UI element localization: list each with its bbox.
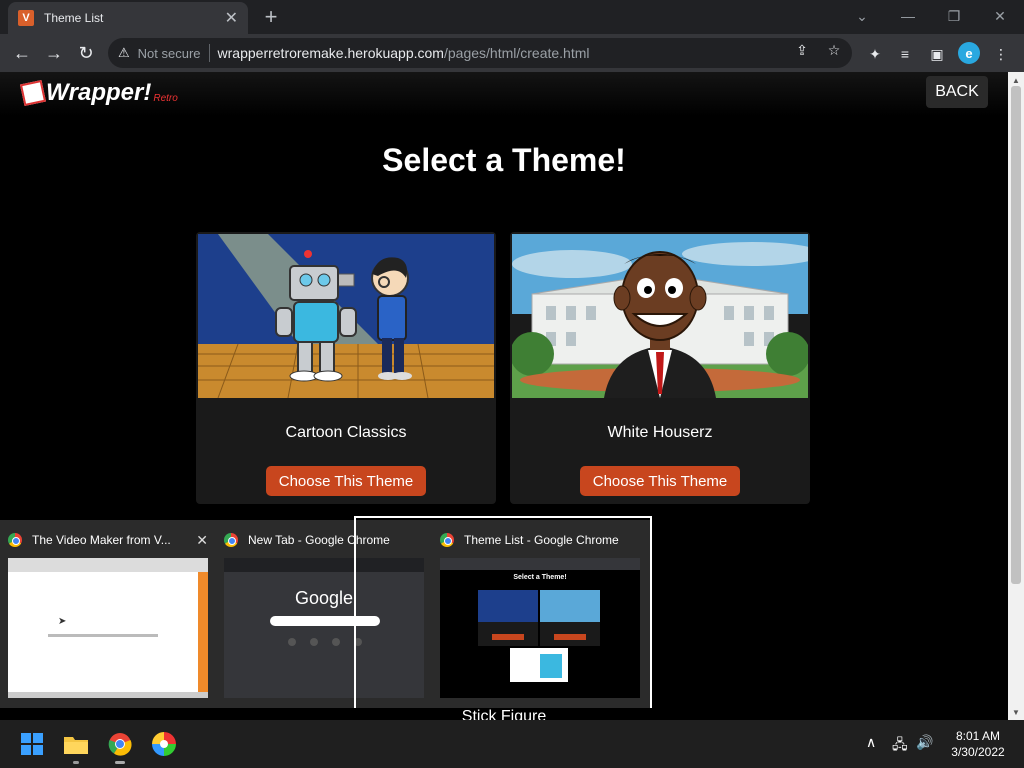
logo-clapper-icon (19, 79, 47, 107)
running-indicator (73, 761, 79, 764)
theme-card-cartoon-classics: Cartoon Classics Choose This Theme (196, 232, 496, 504)
address-bar[interactable]: ⚠ Not secure wrapperretroremake.herokuap… (108, 38, 852, 68)
network-icon[interactable]: 🖧 (892, 734, 908, 758)
theme-name-partial: Stick Figure (461, 708, 547, 720)
warning-icon[interactable]: ⚠ (118, 45, 130, 61)
new-tab-button[interactable]: + (258, 4, 284, 30)
start-windows-icon[interactable] (16, 728, 48, 760)
reload-icon[interactable]: ↻ (72, 39, 100, 67)
url-host[interactable]: wrapperretroremake.herokuapp.com (218, 45, 444, 61)
running-indicator (115, 761, 125, 764)
choose-theme-button[interactable]: Choose This Theme (266, 466, 426, 496)
browser-tab[interactable]: V Theme List ✕ (8, 2, 248, 34)
menu-kebab-icon[interactable]: ⋮ (990, 43, 1012, 65)
site-header: Wrapper! Retro BACK (0, 72, 1008, 116)
chrome-taskbar-icon[interactable] (104, 728, 136, 764)
extensions-icon[interactable]: ✦ (864, 43, 886, 65)
active-preview-highlight (354, 516, 652, 708)
tab-title: Theme List (44, 11, 104, 25)
theme-name: Cartoon Classics (285, 424, 407, 441)
chrome-icon (224, 533, 238, 547)
show-hidden-icons-chevron-up-icon[interactable]: ∧ (866, 734, 876, 751)
file-explorer-icon[interactable] (60, 728, 92, 764)
tab-search-icon[interactable]: ⌄ (842, 4, 882, 28)
bookmark-star-icon[interactable]: ☆ (824, 40, 844, 60)
browser-toolbar: ← → ↻ ⚠ Not secure wrapperretroremake.he… (0, 34, 1024, 72)
logo-text: rapper! (68, 79, 152, 106)
forward-arrow-icon[interactable]: → (40, 39, 68, 67)
logo-sub: Retro (153, 92, 178, 104)
side-panel-icon[interactable]: ▣ (926, 43, 948, 65)
profile-avatar[interactable]: e (958, 42, 980, 64)
page-title: Select a Theme! (382, 142, 626, 178)
scrollbar-thumb[interactable] (1011, 86, 1021, 584)
tab-favicon-icon: V (18, 10, 34, 26)
chrome-icon (8, 533, 22, 547)
close-preview-icon[interactable]: ✕ (196, 532, 208, 549)
preview-header: The Video Maker from V... ✕ (8, 530, 208, 550)
logo-w: W (46, 79, 69, 106)
cursor-icon: ➤ (58, 616, 67, 627)
window-preview-video-maker[interactable]: The Video Maker from V... ✕ ➤ (0, 520, 216, 708)
preview-title: The Video Maker from V... (32, 533, 171, 547)
wrapper-logo[interactable]: Wrapper! Retro (19, 78, 178, 108)
media-control-icon[interactable]: ≡ (894, 43, 916, 65)
preview-thumbnail: ➤ (8, 558, 208, 698)
theme-card-white-houserz: White Houserz Choose This Theme (510, 232, 810, 504)
scroll-down-arrow-icon[interactable]: ▼ (1008, 704, 1024, 720)
back-button[interactable]: BACK (926, 76, 988, 108)
share-icon[interactable]: ⇪ (792, 40, 812, 60)
close-window-button[interactable]: ✕ (980, 4, 1020, 28)
restore-button[interactable]: ❐ (934, 4, 974, 28)
omnibox-divider (208, 44, 210, 62)
theme-name: White Houserz (607, 424, 713, 441)
system-clock[interactable]: 8:01 AM 3/30/2022 (940, 728, 1016, 760)
choose-theme-button[interactable]: Choose This Theme (580, 466, 740, 496)
url-path[interactable]: /pages/html/create.html (444, 45, 590, 61)
back-arrow-icon[interactable]: ← (8, 39, 36, 67)
page-scrollbar[interactable]: ▲ ▼ (1008, 72, 1024, 720)
windows-taskbar: ∧ 🖧 🔊 8:01 AM 3/30/2022 (0, 720, 1024, 768)
close-tab-icon[interactable]: ✕ (225, 8, 238, 28)
volume-icon[interactable]: 🔊 (916, 734, 933, 751)
clock-date: 3/30/2022 (951, 745, 1005, 759)
cartoon-classics-image (198, 234, 494, 398)
tab-bar: V Theme List ✕ + ⌄ — ❐ ✕ (0, 0, 1024, 34)
clock-time: 8:01 AM (955, 729, 1001, 743)
minimize-button[interactable]: — (888, 4, 928, 28)
photos-app-icon[interactable] (148, 728, 180, 760)
security-label[interactable]: Not secure (138, 46, 201, 61)
white-houserz-image (512, 234, 808, 398)
